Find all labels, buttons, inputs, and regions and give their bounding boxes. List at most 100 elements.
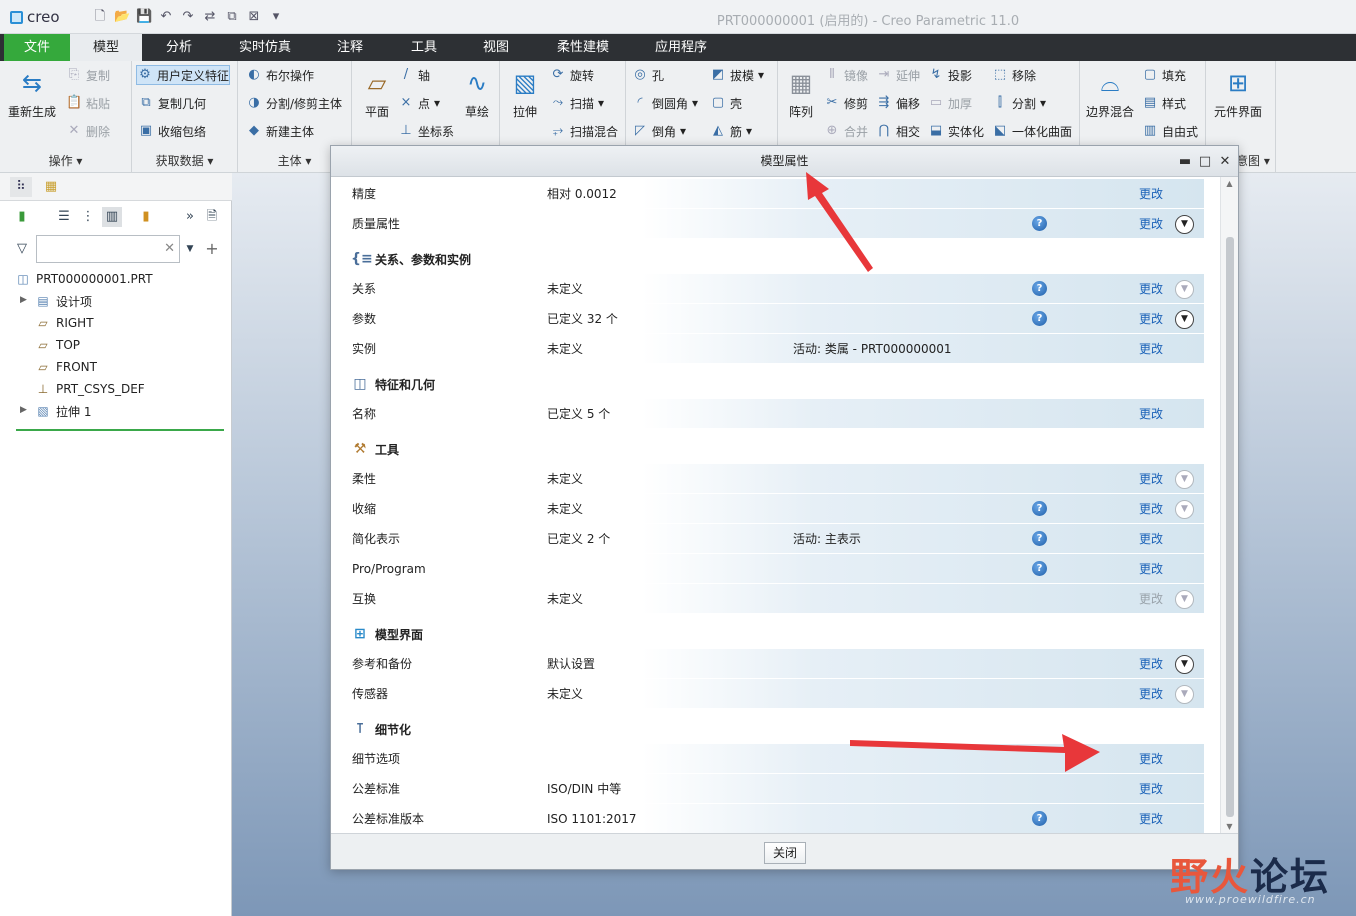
hole-button[interactable]: ◎ 孔 xyxy=(632,65,664,85)
scroll-down-icon[interactable]: ▼ xyxy=(1221,822,1238,831)
chevron-down-icon[interactable]: ▼ xyxy=(1175,590,1194,609)
tab-flexible-modeling[interactable]: 柔性建模 xyxy=(544,34,622,61)
tab-annotate[interactable]: 注释 xyxy=(322,34,378,61)
change-link[interactable]: 更改 xyxy=(1139,304,1163,334)
solidify-button[interactable]: ⬓ 实体化 xyxy=(928,121,984,141)
intersect-button[interactable]: ⋂ 相交 xyxy=(876,121,920,141)
offset-button[interactable]: ⇶ 偏移 xyxy=(876,93,920,113)
clear-search-icon[interactable]: ✕ xyxy=(164,241,175,256)
paste-button[interactable]: 📋 粘贴 xyxy=(66,93,110,113)
tab-file[interactable]: 文件 xyxy=(4,34,70,61)
swept-blend-button[interactable]: ⥅ 扫描混合 xyxy=(550,121,618,141)
filter-icon[interactable]: ▽ xyxy=(12,239,32,259)
insert-indicator[interactable] xyxy=(16,429,224,431)
axis-button[interactable]: / 轴 xyxy=(398,65,430,85)
expand-arrow-icon[interactable]: ▶ xyxy=(20,295,27,305)
help-icon[interactable]: ? xyxy=(1032,501,1047,516)
fill-button[interactable]: ▢ 填充 xyxy=(1142,65,1186,85)
chevron-down-icon[interactable]: ▼ xyxy=(1175,685,1194,704)
change-link[interactable]: 更改 xyxy=(1139,649,1163,679)
change-link[interactable]: 更改 xyxy=(1139,679,1163,709)
dialog-scrollbar[interactable]: ▲ ▼ xyxy=(1220,177,1238,833)
change-link[interactable]: 更改 xyxy=(1139,524,1163,554)
tab-view[interactable]: 视图 xyxy=(468,34,524,61)
tree-item-csys[interactable]: ⊥ PRT_CSYS_DEF xyxy=(36,379,145,399)
help-icon[interactable]: ? xyxy=(1032,281,1047,296)
round-button[interactable]: ◜ 倒圆角 ▾ xyxy=(632,93,698,113)
component-interface-button[interactable]: ⊞ 元件界面 xyxy=(1214,67,1262,120)
change-link[interactable]: 更改 xyxy=(1139,179,1163,209)
chevron-down-icon[interactable]: ▼ xyxy=(1175,215,1194,234)
thicken-button[interactable]: ▭ 加厚 xyxy=(928,93,972,113)
point-button[interactable]: × 点 ▾ xyxy=(398,93,441,113)
remove-button[interactable]: ⬚ 移除 xyxy=(992,65,1036,85)
change-link[interactable]: 更改 xyxy=(1139,274,1163,304)
tab-applications[interactable]: 应用程序 xyxy=(642,34,720,61)
bookmark-icon[interactable]: ▮ xyxy=(136,207,156,227)
close-icon[interactable]: ✕ xyxy=(1217,146,1233,177)
shell-button[interactable]: ▢ 壳 xyxy=(710,93,742,113)
revolve-button[interactable]: ⟳ 旋转 xyxy=(550,65,594,85)
shrinkwrap-button[interactable]: ▣ 收缩包络 xyxy=(138,121,206,141)
sweep-button[interactable]: ⤳ 扫描 ▾ xyxy=(550,93,604,113)
folder-browser-tab-icon[interactable]: ▦ xyxy=(40,177,62,197)
chevron-down-icon[interactable]: ▼ xyxy=(1175,310,1194,329)
scroll-up-icon[interactable]: ▲ xyxy=(1221,179,1238,188)
group-label-get-data[interactable]: 获取数据 ▾ xyxy=(132,152,237,169)
style-button[interactable]: ▤ 样式 xyxy=(1142,93,1186,113)
tree-item-right[interactable]: ▱ RIGHT xyxy=(36,313,93,333)
help-icon[interactable]: ? xyxy=(1032,561,1047,576)
scroll-thumb[interactable] xyxy=(1226,237,1234,817)
close-button[interactable]: 关闭 xyxy=(764,842,806,864)
project-button[interactable]: ↯ 投影 xyxy=(928,65,972,85)
sketch-button[interactable]: ∿ 草绘 xyxy=(460,67,494,120)
add-icon[interactable]: + xyxy=(202,239,222,259)
group-label-operations[interactable]: 操作 ▾ xyxy=(0,152,131,169)
change-link[interactable]: 更改 xyxy=(1139,584,1163,614)
copy-geometry-button[interactable]: ⧉ 复制几何 xyxy=(138,93,206,113)
merge-button[interactable]: ⊕ 合并 xyxy=(824,121,868,141)
chevron-down-icon[interactable]: ▼ xyxy=(1175,500,1194,519)
chevron-down-icon[interactable]: ▼ xyxy=(1175,655,1194,674)
chamfer-button[interactable]: ◸ 倒角 ▾ xyxy=(632,121,686,141)
change-link[interactable]: 更改 xyxy=(1139,744,1163,774)
split-trim-body-button[interactable]: ◑ 分割/修剪主体 xyxy=(246,93,342,113)
regenerate-button[interactable]: ⇆ 重新生成 xyxy=(8,67,56,120)
help-icon[interactable]: ? xyxy=(1032,311,1047,326)
tree-filter-icon[interactable]: ⋮ xyxy=(78,207,98,227)
udf-button[interactable]: ⚙ 用户定义特征 xyxy=(136,65,231,85)
change-link[interactable]: 更改 xyxy=(1139,209,1163,239)
split-button[interactable]: ⫿ 分割 ▾ xyxy=(992,93,1046,113)
plane-button[interactable]: ▱ 平面 xyxy=(360,67,394,120)
mirror-button[interactable]: ⫴ 镜像 xyxy=(824,65,868,85)
tree-item-design-items[interactable]: ▤ 设计项 xyxy=(36,291,92,311)
delete-button[interactable]: ✕ 删除 xyxy=(66,121,110,141)
boundary-blend-button[interactable]: ⌓ 边界混合 xyxy=(1086,67,1134,120)
maximize-icon[interactable]: □ xyxy=(1197,146,1213,177)
tab-model[interactable]: 模型 xyxy=(70,34,142,61)
copy-button[interactable]: ⎘ 复制 xyxy=(66,65,110,85)
extrude-button[interactable]: ▧ 拉伸 xyxy=(508,67,542,120)
freestyle-button[interactable]: ▥ 自由式 xyxy=(1142,121,1198,141)
tree-columns-icon[interactable]: ☰ xyxy=(54,207,74,227)
change-link[interactable]: 更改 xyxy=(1139,804,1163,833)
tab-tools[interactable]: 工具 xyxy=(396,34,452,61)
quilt-button[interactable]: ⬕ 一体化曲面 xyxy=(992,121,1072,141)
pattern-button[interactable]: ▦ 阵列 xyxy=(784,67,818,120)
notes-icon[interactable]: 🗎 xyxy=(202,207,222,227)
new-body-button[interactable]: ◆ 新建主体 xyxy=(246,121,314,141)
help-icon[interactable]: ? xyxy=(1032,216,1047,231)
tree-settings-icon[interactable]: ▥ xyxy=(102,207,122,227)
tab-analysis[interactable]: 分析 xyxy=(148,34,210,61)
boolean-button[interactable]: ◐ 布尔操作 xyxy=(246,65,314,85)
change-link[interactable]: 更改 xyxy=(1139,399,1163,429)
change-link[interactable]: 更改 xyxy=(1139,334,1163,364)
csys-button[interactable]: ⊥ 坐标系 xyxy=(398,121,454,141)
rib-button[interactable]: ◭ 筋 ▾ xyxy=(710,121,752,141)
chevron-down-icon[interactable]: ▼ xyxy=(1175,470,1194,489)
extend-button[interactable]: ⇥ 延伸 xyxy=(876,65,920,85)
tree-item-top[interactable]: ▱ TOP xyxy=(36,335,80,355)
change-link[interactable]: 更改 xyxy=(1139,554,1163,584)
change-link[interactable]: 更改 xyxy=(1139,774,1163,804)
trim-button[interactable]: ✂ 修剪 xyxy=(824,93,868,113)
